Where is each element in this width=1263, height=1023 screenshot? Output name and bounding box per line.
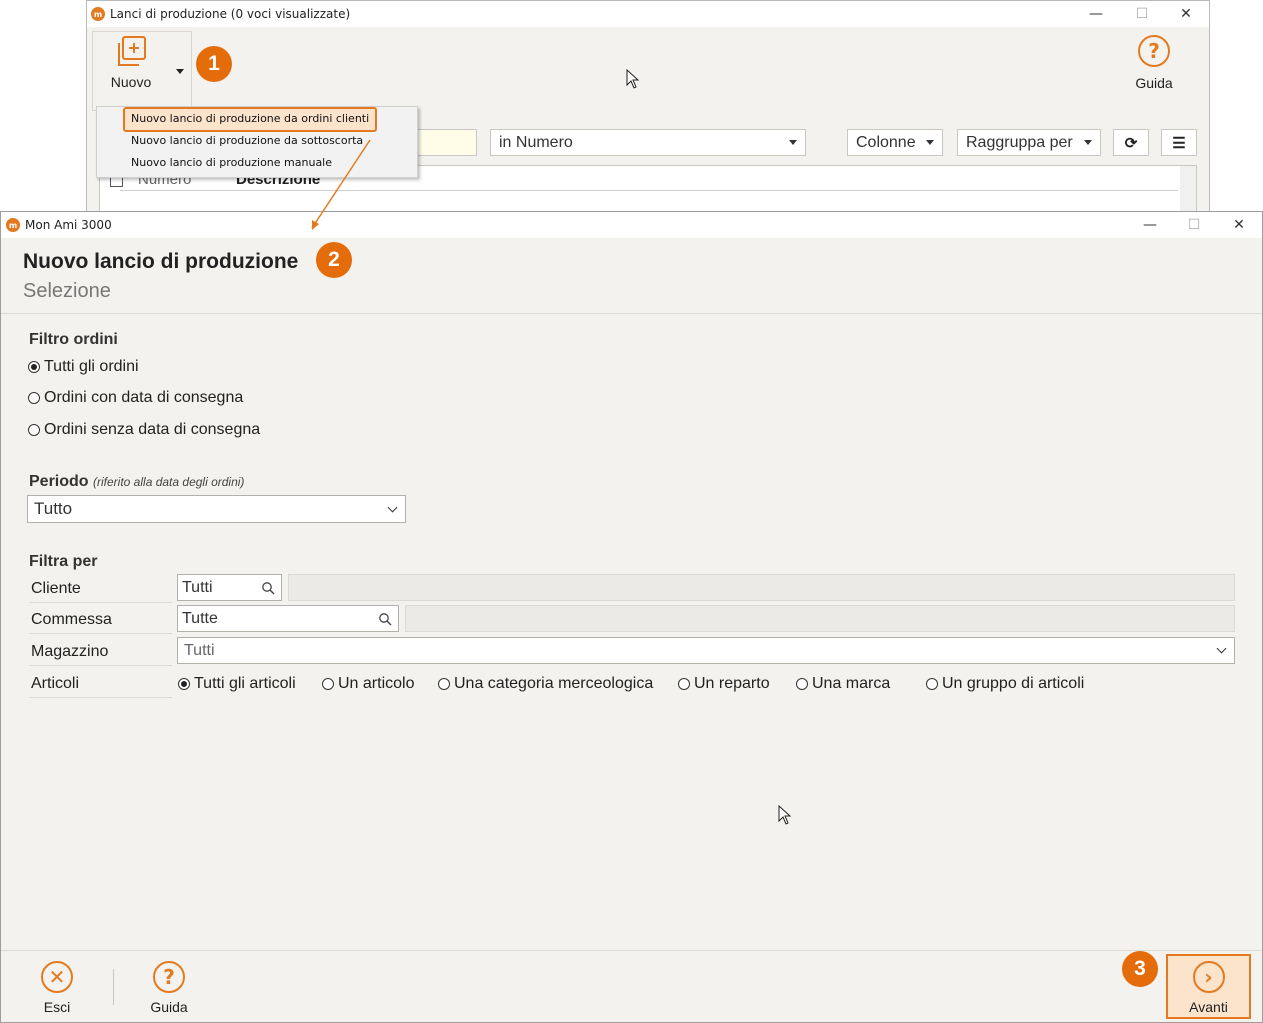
radio-dot bbox=[926, 678, 938, 690]
periodo-note: (riferito alla data degli ordini) bbox=[93, 475, 245, 489]
mouse-cursor-icon bbox=[778, 805, 792, 825]
chevron-down-icon bbox=[387, 502, 398, 513]
commessa-description bbox=[405, 605, 1235, 632]
radio-label: Una categoria merceologica bbox=[454, 675, 654, 692]
cliente-value: Tutti bbox=[182, 578, 213, 596]
periodo-value: Tutto bbox=[34, 499, 73, 518]
avanti-content: › Avanti bbox=[1168, 961, 1249, 1015]
avanti-button[interactable]: › Avanti bbox=[1166, 954, 1251, 1019]
esci-button[interactable]: ✕ Esci bbox=[39, 961, 75, 1015]
commessa-label: Commessa bbox=[31, 611, 112, 628]
radio-dot bbox=[28, 392, 40, 404]
row-divider bbox=[29, 697, 172, 698]
radio-label: Ordini con data di consegna bbox=[44, 389, 244, 406]
radio-label: Un articolo bbox=[338, 675, 415, 692]
radio-tutti-gli-articoli[interactable]: Tutti gli articoli bbox=[178, 675, 296, 693]
radio-categoria-merceologica[interactable]: Una categoria merceologica bbox=[438, 675, 653, 693]
commessa-input[interactable]: Tutte bbox=[177, 605, 399, 632]
search-icon[interactable] bbox=[378, 612, 392, 626]
chevron-right-icon: › bbox=[1192, 961, 1225, 993]
close-circle-icon: ✕ bbox=[41, 961, 73, 993]
radio-senza-data-consegna[interactable]: Ordini senza data di consegna bbox=[28, 421, 260, 439]
help-icon: ? bbox=[153, 961, 185, 993]
radio-dot bbox=[28, 424, 40, 436]
step-badge-3: 3 bbox=[1122, 951, 1158, 987]
radio-dot bbox=[28, 361, 40, 373]
radio-dot bbox=[178, 678, 190, 690]
magazzino-label: Magazzino bbox=[31, 643, 109, 660]
radio-label: Una marca bbox=[812, 675, 891, 692]
articoli-label: Articoli bbox=[31, 675, 80, 692]
radio-dot bbox=[438, 678, 450, 690]
radio-dot bbox=[678, 678, 690, 690]
cliente-input[interactable]: Tutti bbox=[177, 574, 282, 601]
mouse-cursor-icon bbox=[626, 69, 640, 89]
radio-tutti-gli-ordini[interactable]: Tutti gli ordini bbox=[28, 358, 139, 376]
radio-un-articolo[interactable]: Un articolo bbox=[322, 675, 414, 693]
periodo-heading: Periodo (riferito alla data degli ordini… bbox=[29, 473, 244, 491]
guida-footer-label: Guida bbox=[150, 999, 188, 1015]
filtro-ordini-heading: Filtro ordini bbox=[29, 331, 118, 348]
annotation-arrow bbox=[311, 139, 371, 230]
step-badge-2: 2 bbox=[316, 242, 352, 278]
periodo-select[interactable]: Tutto bbox=[27, 495, 406, 523]
chevron-down-icon bbox=[1216, 643, 1227, 654]
commessa-value: Tutte bbox=[182, 609, 218, 627]
filtra-per-heading: Filtra per bbox=[29, 553, 98, 570]
radio-label: Un gruppo di articoli bbox=[942, 675, 1085, 692]
radio-dot bbox=[796, 678, 808, 690]
dialog-window: m Mon Ami 3000 — ☐ ✕ Nuovo lancio di pro… bbox=[0, 211, 1263, 1023]
cliente-label: Cliente bbox=[31, 580, 81, 597]
radio-dot bbox=[322, 678, 334, 690]
radio-label: Ordini senza data di consegna bbox=[44, 421, 261, 438]
radio-un-reparto[interactable]: Un reparto bbox=[678, 675, 770, 693]
guida-footer-button[interactable]: ? Guida bbox=[147, 961, 191, 1015]
periodo-label: Periodo bbox=[29, 473, 89, 490]
cliente-description bbox=[288, 574, 1235, 601]
search-icon[interactable] bbox=[261, 581, 275, 595]
radio-con-data-consegna[interactable]: Ordini con data di consegna bbox=[28, 389, 243, 407]
avanti-label: Avanti bbox=[1189, 999, 1228, 1015]
esci-label: Esci bbox=[43, 999, 71, 1015]
radio-label: Tutti gli ordini bbox=[44, 358, 139, 375]
magazzino-select[interactable]: Tutti bbox=[177, 637, 1235, 664]
dialog-footer: ✕ Esci ? Guida › Avanti bbox=[1, 950, 1262, 1022]
row-divider bbox=[29, 665, 172, 666]
radio-gruppo-di-articoli[interactable]: Un gruppo di articoli bbox=[926, 675, 1084, 693]
row-divider bbox=[29, 633, 172, 634]
radio-label: Un reparto bbox=[694, 675, 770, 692]
magazzino-value: Tutti bbox=[184, 641, 215, 659]
page-subtitle: Selezione bbox=[23, 280, 111, 302]
radio-una-marca[interactable]: Una marca bbox=[796, 675, 890, 693]
footer-separator bbox=[113, 969, 114, 1005]
radio-label: Tutti gli articoli bbox=[194, 675, 296, 692]
row-divider bbox=[29, 602, 172, 603]
